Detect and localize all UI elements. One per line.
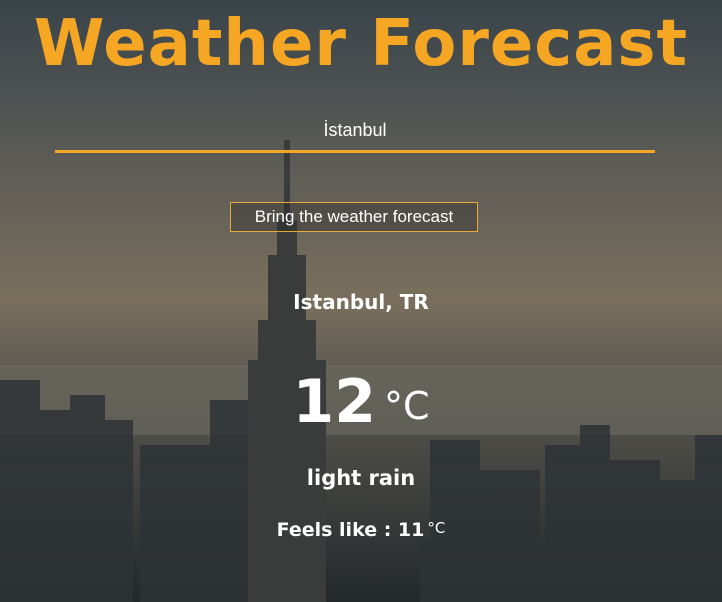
feels-like-value: 11 <box>397 519 425 541</box>
location-label: Istanbul, TR <box>293 290 429 314</box>
city-search-input[interactable] <box>55 110 655 150</box>
feels-like-row: Feels like : 11 °C <box>0 519 722 541</box>
app-title: Weather Forecast <box>33 7 689 81</box>
feels-like-label: Feels like : <box>276 519 398 541</box>
temperature-value: 12 <box>292 367 376 437</box>
temperature-unit: °C <box>383 384 430 428</box>
city-search-field[interactable] <box>55 110 655 153</box>
bring-forecast-button[interactable]: Bring the weather forecast <box>230 202 478 232</box>
weather-description: light rain <box>306 466 416 490</box>
temperature-display: 12 °C <box>0 362 722 442</box>
feels-like-unit: °C <box>427 519 446 537</box>
